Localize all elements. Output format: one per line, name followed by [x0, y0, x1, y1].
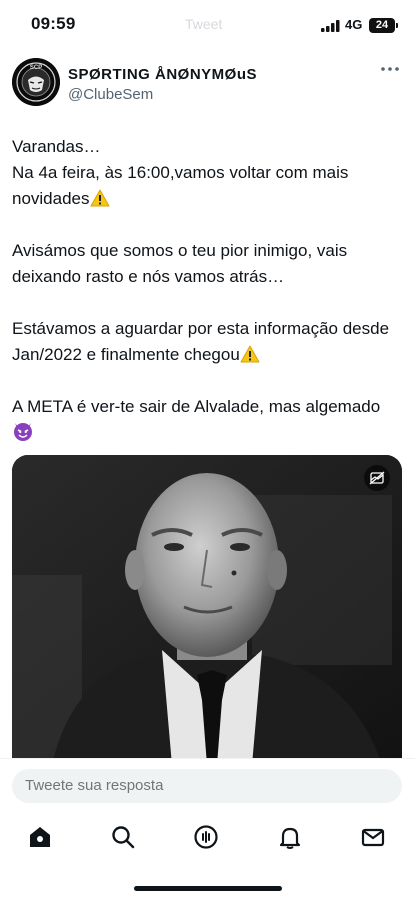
signal-icon: [321, 20, 340, 32]
status-time: 09:59: [31, 14, 76, 33]
media-options-icon[interactable]: [364, 465, 390, 491]
home-icon: [30, 827, 50, 847]
more-options-icon[interactable]: [380, 64, 400, 74]
portrait-photo: [12, 455, 402, 765]
spaces-icon: [194, 825, 218, 849]
reply-panel: [0, 758, 415, 901]
reply-input[interactable]: [12, 769, 402, 803]
network-label: 4G: [345, 17, 363, 32]
home-indicator[interactable]: [134, 886, 282, 891]
tweet-paragraph-2: Avisámos que somos o teu pior inimigo, v…: [12, 241, 352, 286]
status-bar: 09:59 Tweet 4G 24: [0, 0, 415, 52]
tweet-paragraph-1-text: Varandas… Na 4a feira, às 16:00,vamos vo…: [12, 137, 349, 208]
warning-emoji-icon: [90, 189, 110, 207]
tweet-author[interactable]: SCP SPØRTING ÅNØNYMØuS @ClubeSem: [12, 58, 404, 112]
tweet-paragraph-1: Varandas… Na 4a feira, às 16:00,vamos vo…: [12, 134, 404, 212]
display-name[interactable]: SPØRTING ÅNØNYMØuS: [68, 66, 257, 83]
tweet-media-photo[interactable]: [12, 455, 402, 765]
messages-icon: [361, 828, 385, 847]
warning-emoji-icon: [240, 345, 260, 363]
tab-search[interactable]: [109, 823, 137, 851]
tweet-paragraph-4: A META é ver-te sair de Alvalade, mas al…: [12, 394, 404, 446]
tab-home[interactable]: [26, 823, 54, 851]
avatar-text: SCP: [30, 65, 42, 71]
battery-icon: 24: [369, 18, 395, 33]
devil-emoji-icon: [14, 423, 32, 441]
tweet-paragraph-3: Estávamos a aguardar por esta informação…: [12, 316, 404, 368]
tab-spaces[interactable]: [192, 823, 220, 851]
avatar[interactable]: SCP: [12, 58, 60, 106]
tab-notifications[interactable]: [276, 823, 304, 851]
avatar-crest-icon: SCP: [12, 58, 60, 106]
tweet-text: Varandas… Na 4a feira, às 16:00,vamos vo…: [12, 134, 404, 472]
user-handle[interactable]: @ClubeSem: [68, 86, 153, 103]
status-faded-title: Tweet: [185, 16, 223, 32]
battery-tip: [396, 23, 398, 28]
search-icon: [112, 826, 135, 849]
tweet-paragraph-4-text: A META é ver-te sair de Alvalade, mas al…: [12, 397, 381, 416]
media-options-glyph: [369, 471, 385, 485]
notifications-icon: [279, 827, 301, 849]
bottom-tab-bar: [0, 823, 415, 853]
tweet-paragraph-3-text: Estávamos a aguardar por esta informação…: [12, 319, 394, 364]
tab-messages[interactable]: [359, 823, 387, 851]
